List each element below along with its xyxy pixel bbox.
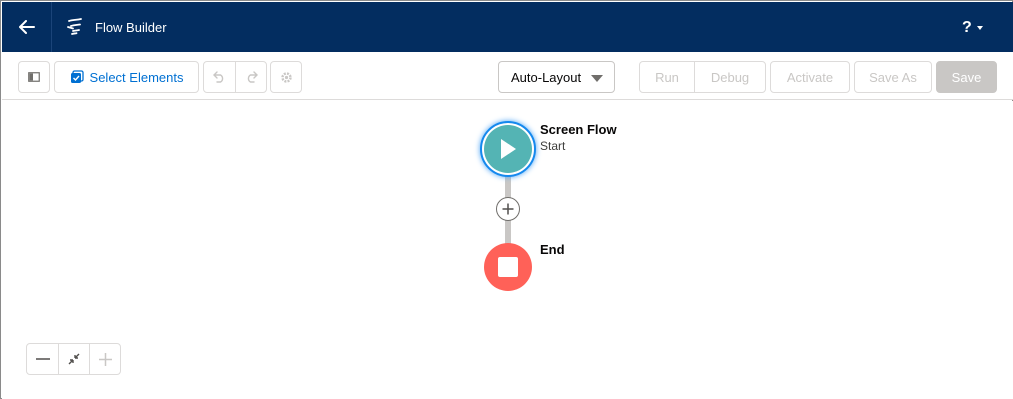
plus-icon [502, 203, 514, 215]
stop-icon [498, 257, 518, 277]
chevron-down-icon [976, 26, 983, 30]
start-node-circle [484, 125, 532, 173]
save-as-button[interactable]: Save As [854, 61, 932, 93]
app-title: Flow Builder [95, 20, 167, 35]
activate-button[interactable]: Activate [770, 61, 850, 93]
layout-select[interactable]: Auto-Layout [498, 61, 615, 93]
start-node-title: Screen Flow [540, 122, 617, 137]
toggle-panel-button[interactable] [18, 61, 50, 93]
app-header: Flow Builder ? [2, 2, 1013, 52]
layout-select-value: Auto-Layout [511, 69, 582, 85]
zoom-in-button[interactable] [89, 344, 120, 374]
checkbox-select-icon [70, 70, 84, 83]
contract-icon [68, 353, 80, 365]
arrow-left-icon [18, 20, 35, 34]
zoom-controls [26, 343, 121, 375]
redo-button[interactable] [235, 62, 266, 92]
plus-icon [98, 352, 112, 366]
add-element-button[interactable] [496, 197, 520, 221]
flow-icon [67, 18, 82, 35]
flow-canvas[interactable]: Screen Flow Start End [2, 101, 1013, 399]
gear-icon [280, 71, 292, 83]
select-elements-label: Select Elements [89, 69, 184, 85]
app-window: Flow Builder ? Select Elements Auto-Layo… [0, 0, 1013, 399]
chevron-down-icon [591, 75, 603, 82]
toolbar: Select Elements Auto-Layout Run Debug Ac… [2, 52, 1013, 100]
run-button[interactable]: Run [640, 62, 694, 92]
end-node-title: End [540, 242, 565, 257]
start-node-subtitle: Start [540, 139, 566, 153]
settings-button[interactable] [270, 61, 302, 93]
end-node[interactable] [484, 243, 532, 291]
help-icon: ? [962, 19, 972, 36]
undo-button[interactable] [204, 62, 235, 92]
back-button[interactable] [2, 2, 52, 52]
select-elements-button[interactable]: Select Elements [54, 61, 199, 93]
run-debug-group: Run Debug [639, 61, 766, 93]
play-icon [501, 139, 516, 159]
fit-to-view-button[interactable] [58, 344, 89, 374]
minus-icon [35, 358, 50, 360]
save-button[interactable]: Save [936, 61, 997, 93]
help-menu-button[interactable]: ? [962, 16, 983, 40]
redo-icon [247, 71, 258, 83]
undo-icon [213, 71, 224, 83]
start-node[interactable] [480, 121, 536, 177]
panel-icon [28, 72, 40, 82]
undo-redo-group [203, 61, 267, 93]
debug-button[interactable]: Debug [694, 62, 765, 92]
zoom-out-button[interactable] [27, 344, 58, 374]
